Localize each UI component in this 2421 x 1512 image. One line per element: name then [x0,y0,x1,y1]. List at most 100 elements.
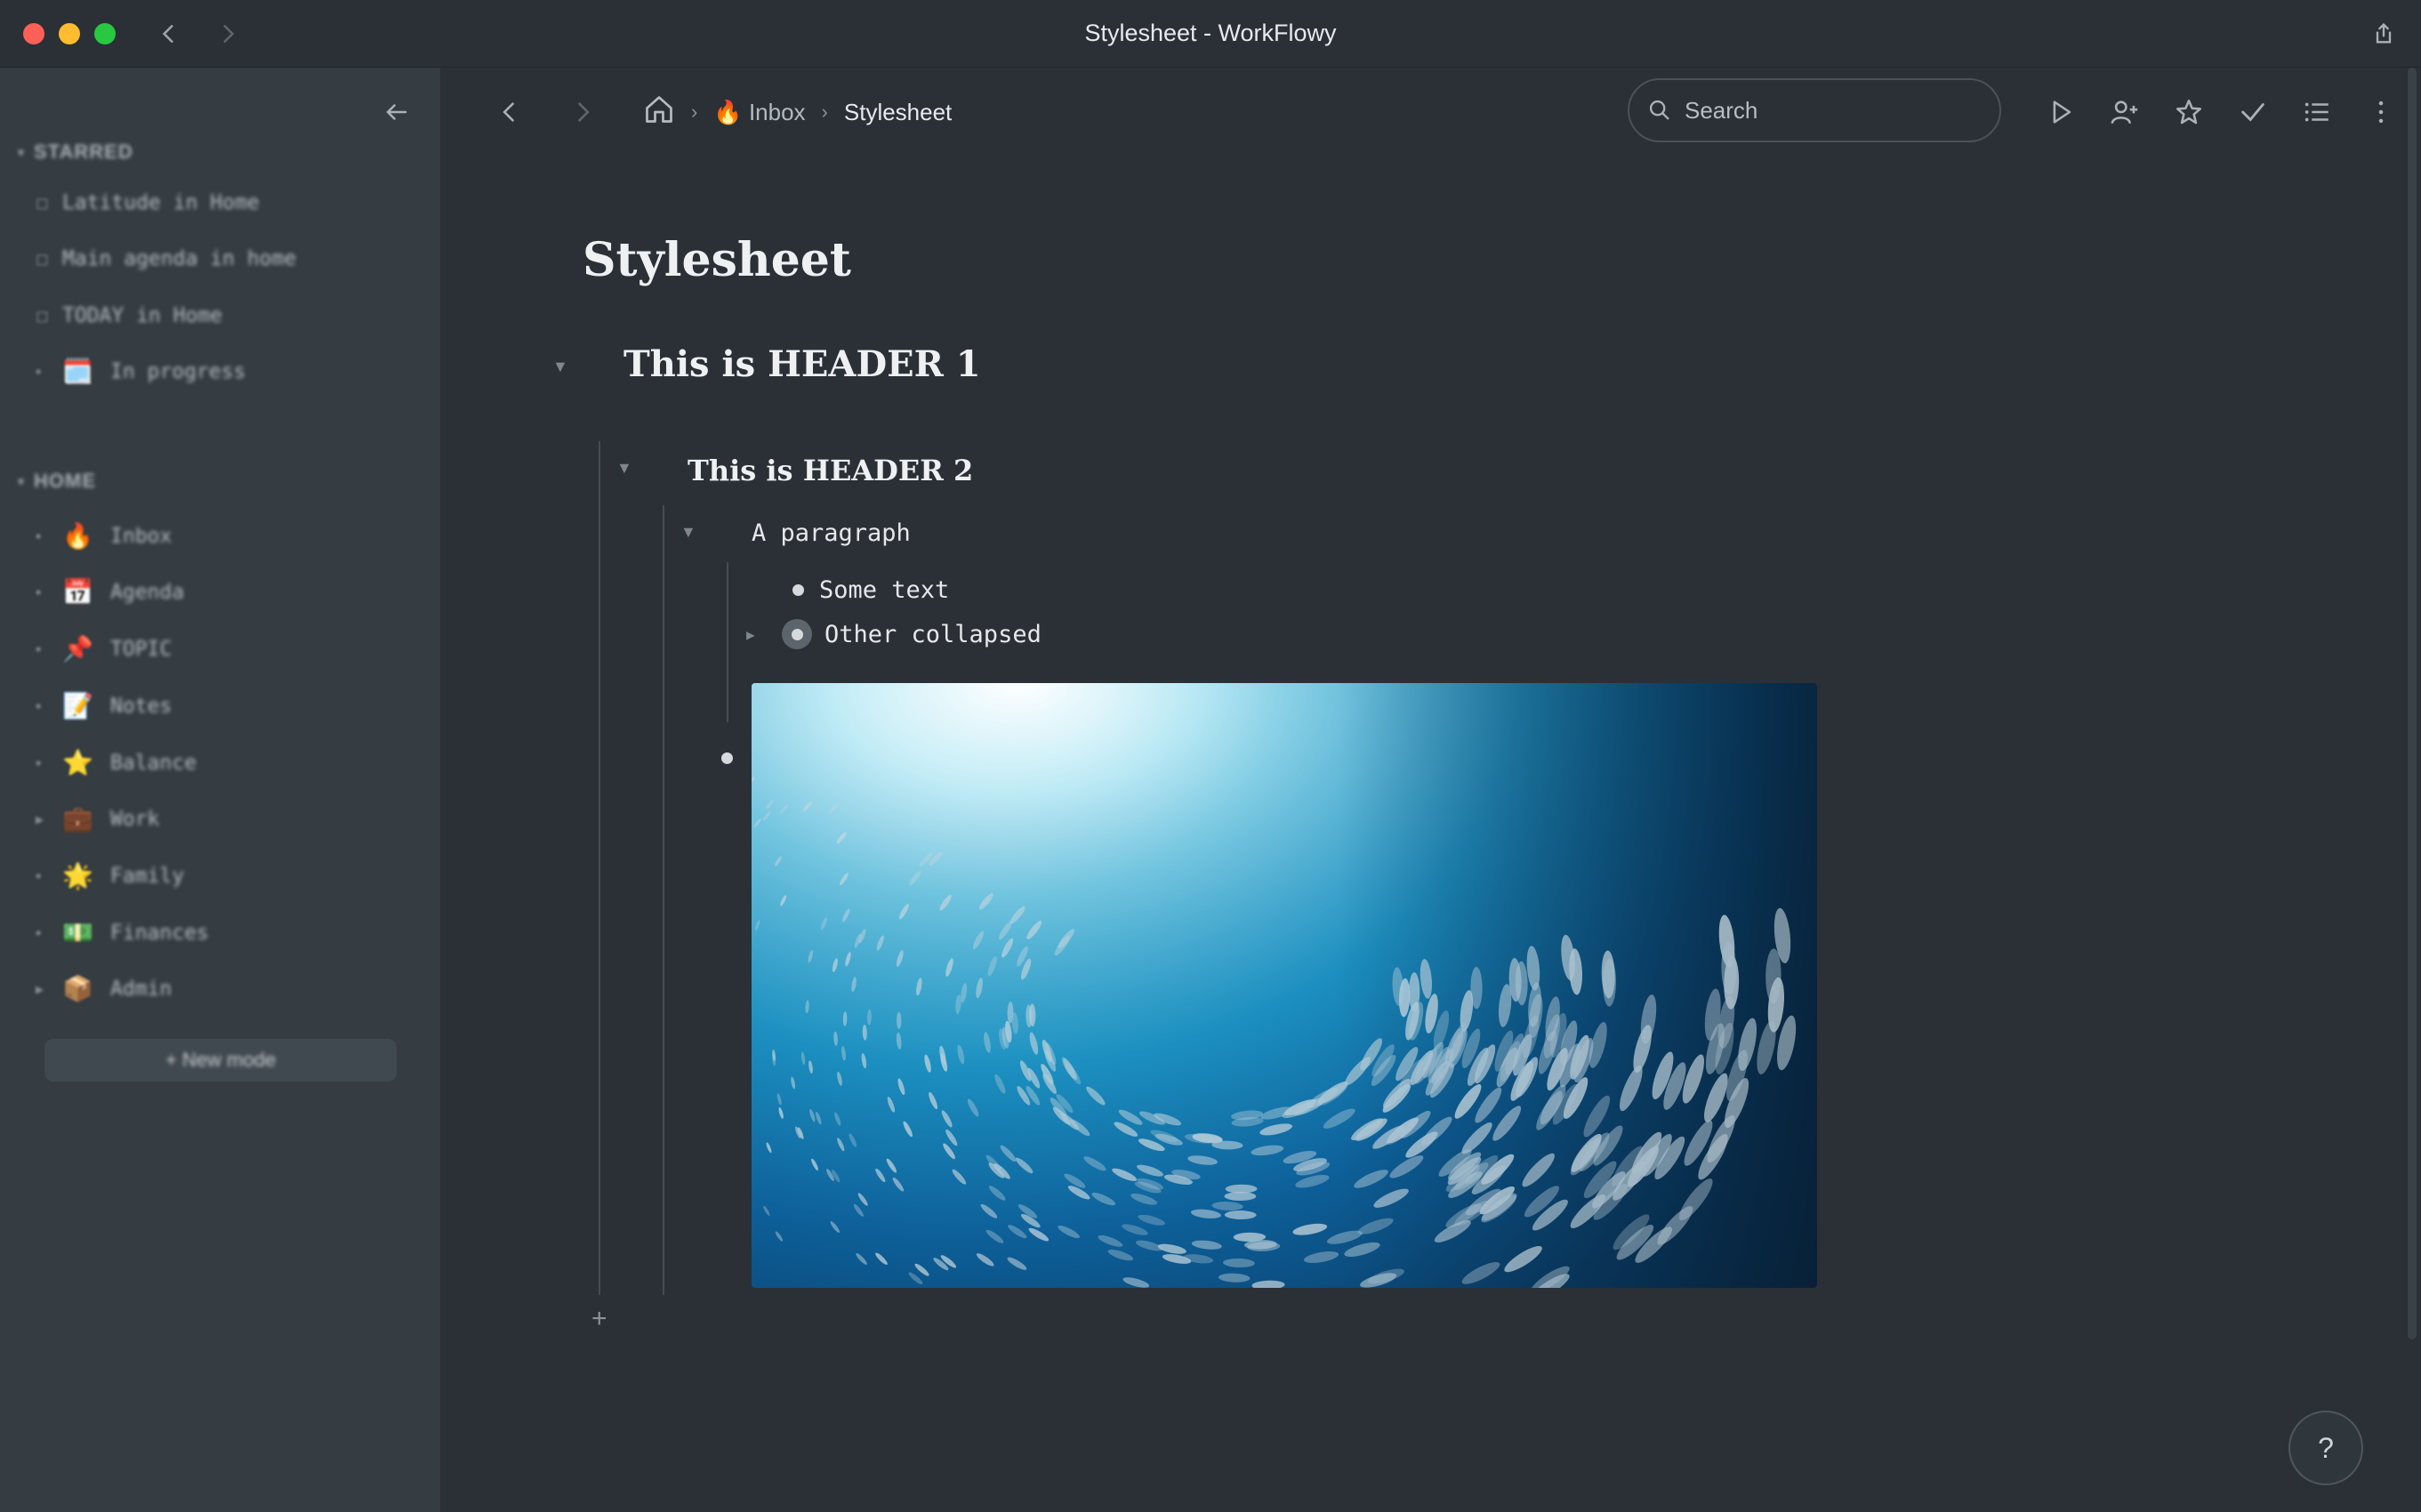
search-input[interactable]: Search [1628,78,2001,142]
bullet-icon[interactable] [784,584,812,596]
indent-guide [663,505,664,1295]
sidebar-item[interactable]: • ⭐ Balance [36,744,409,783]
sidebar-item-label: In progress [110,360,246,383]
bullet-icon: • [36,923,42,942]
indent-guide [727,562,728,722]
breadcrumb-current: Stylesheet [843,98,953,125]
expand-toggle-icon[interactable]: ▶ [746,626,782,643]
sidebar-section-home[interactable]: ▾ HOME [18,468,96,495]
breadcrumb-inbox[interactable]: 🔥 Inbox [713,99,805,126]
sidebar-item[interactable]: • 🌟 Family [36,857,409,896]
sidebar-item[interactable]: ▸ 📦 Admin [36,969,409,1009]
sidebar-item-label: Balance [110,752,197,775]
sparkle-icon: 🌟 [62,862,93,889]
new-mode-button[interactable]: + New mode [44,1039,397,1082]
breadcrumb-inbox-label: Inbox [748,98,806,125]
main-content: › 🔥 Inbox › Stylesheet Search Stylesheet… [440,68,2421,1512]
nav-forward-icon[interactable] [565,94,600,130]
bullet-icon: ◻ [36,193,49,212]
indent-guide [599,441,600,1295]
sidebar-item[interactable]: • 🗓️ In progress [36,352,409,391]
collapsed-bullet-icon[interactable] [782,619,812,649]
list-item[interactable]: Some text [784,576,949,604]
more-options-icon[interactable] [2360,91,2402,133]
bullet-icon[interactable] [721,752,733,768]
sidebar-item-label: Main agenda in home [62,247,297,270]
bullet-icon: ◻ [36,306,49,325]
money-icon: 💵 [62,919,93,946]
section-title: HOME [34,470,97,492]
page-title[interactable]: Stylesheet [583,233,851,287]
caret-down-icon: ▾ [18,473,26,488]
collapse-sidebar-icon[interactable] [379,94,414,130]
item-text[interactable]: Other collapsed [824,621,1042,648]
paragraph-item[interactable]: A paragraph [752,519,911,547]
list-view-icon[interactable] [2296,91,2338,133]
sidebar-item-label: Inbox [110,525,173,548]
home-icon[interactable] [643,93,675,132]
bullet-icon: • [36,583,42,601]
notes-icon: 📝 [62,692,93,720]
play-icon[interactable] [2039,91,2082,133]
sidebar-item-label: TODAY in Home [62,304,223,327]
bullet-icon: • [36,696,42,715]
sidebar-item[interactable]: ▸ 💼 Work [36,800,409,839]
fish-school-image[interactable] [752,683,1817,1288]
sidebar-item[interactable]: • 💵 Finances [36,913,409,953]
sidebar-item-label: Finances [110,921,209,945]
fire-icon: 🔥 [62,522,93,550]
collapse-toggle-icon[interactable]: ▼ [616,459,632,478]
bullet-icon: ▸ [36,809,44,828]
collapse-toggle-icon[interactable]: ▼ [680,523,696,542]
search-icon [1649,100,1669,120]
breadcrumb: › 🔥 Inbox › Stylesheet [643,92,952,132]
header-1-item[interactable]: This is HEADER 1 [623,343,981,385]
sidebar: ▾ STARRED ◻ Latitude in Home ◻ Main agen… [0,68,440,1512]
new-mode-label: + New mode [165,1049,277,1071]
sidebar-item[interactable]: • 🔥 Inbox [36,517,409,556]
header-2-item[interactable]: This is HEADER 2 [688,454,973,487]
sidebar-item[interactable]: • 📝 Notes [36,687,409,726]
chevron-right-icon: › [691,101,698,123]
sidebar-section-starred[interactable]: ▾ STARRED [18,139,133,165]
chevron-right-icon: › [821,101,828,123]
window-title: Stylesheet - WorkFlowy [1084,20,1337,46]
checkmark-icon[interactable] [2232,91,2274,133]
fire-icon: 🔥 [713,98,743,125]
sidebar-item-label: Notes [110,695,173,718]
share-icon[interactable] [2366,16,2401,52]
collapse-toggle-icon[interactable]: ▼ [552,358,568,376]
sidebar-item[interactable]: ◻ Latitude in Home [36,183,409,222]
bullet-icon: • [36,362,42,381]
sidebar-item-label: Admin [110,977,173,1001]
bullet-icon: ◻ [36,249,49,268]
bullet-icon: • [36,527,42,545]
bullet-icon: • [36,866,42,885]
search-placeholder: Search [1685,96,1758,124]
title-bar: Stylesheet - WorkFlowy [0,0,2421,68]
pin-icon: 📌 [62,635,93,663]
help-button[interactable]: ? [2288,1411,2363,1485]
sidebar-item-label: Agenda [110,581,185,604]
item-text[interactable]: Some text [819,576,949,604]
sidebar-item[interactable]: ◻ TODAY in Home [36,296,409,335]
bullet-icon: • [36,639,42,658]
briefcase-icon: 💼 [62,805,93,832]
sidebar-item-label: Latitude in Home [62,191,260,214]
add-item-icon[interactable]: + [591,1304,607,1334]
sidebar-item[interactable]: • 📅 Agenda [36,573,409,612]
star-icon: ⭐ [62,749,93,776]
bullet-icon: • [36,753,42,772]
sidebar-item[interactable]: • 📌 TOPIC [36,630,409,669]
calendar-icon: 🗓️ [62,358,93,385]
add-user-icon[interactable] [2103,91,2146,133]
calendar-icon: 📅 [62,578,93,606]
scrollbar[interactable] [2408,68,2417,1339]
nav-back-icon[interactable] [492,94,527,130]
sidebar-item-label: Work [110,808,160,831]
fish-school-illustration [752,683,1817,1288]
star-icon[interactable] [2168,91,2210,133]
box-icon: 📦 [62,975,93,1002]
collapsed-list-item[interactable]: ▶ Other collapsed [746,619,1042,649]
sidebar-item[interactable]: ◻ Main agenda in home [36,239,409,278]
